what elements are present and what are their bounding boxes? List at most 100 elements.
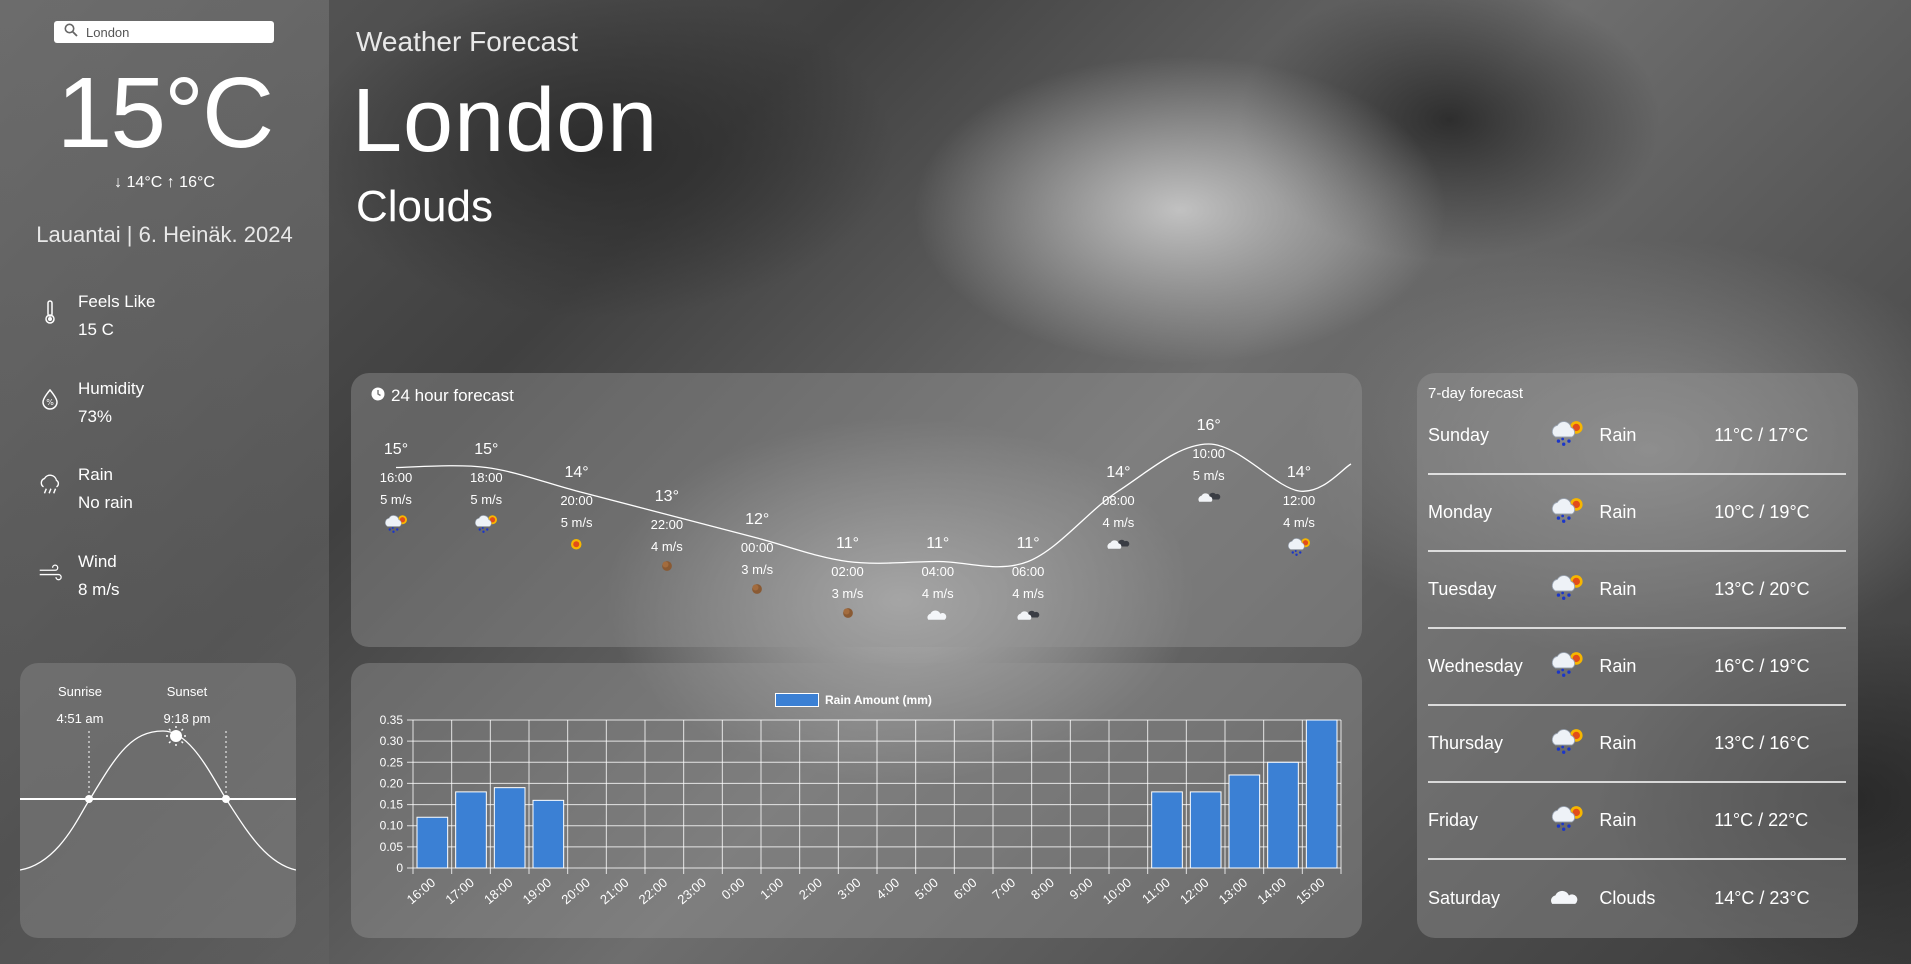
hour-column: 11° 06:00 4 m/s [993,535,1063,625]
hour-temp: 11° [835,534,859,552]
day-row[interactable]: Wednesday Rain 16°C / 19°C [1428,629,1846,706]
hour-column: 16° 10:00 5 m/s [1174,417,1244,507]
x-tick-label: 16:00 [404,875,439,907]
day-temperature: 11°C / 17°C [1714,425,1809,445]
y-tick-label: 0.15 [380,798,404,812]
rain-bar [1151,791,1183,869]
day-condition: Rain [1599,502,1637,522]
hour-temp: 12° [745,511,770,528]
moon-icon [813,607,883,622]
current-date: Lauantai | 6. Heinäk. 2024 [36,222,293,247]
rain-bar [416,816,449,869]
hour-wind: 4 m/s [650,538,683,554]
hour-time: 10:00 [1192,446,1225,461]
hour-wind: 5 m/s [380,491,412,507]
hour-time: 00:00 [740,540,774,555]
hour-temp: 11° [1016,534,1040,552]
day-name: Saturday [1428,888,1501,908]
x-tick-label: 14:00 [1254,875,1289,907]
x-tick-label: 20:00 [558,875,593,907]
day-name: Wednesday [1428,656,1523,676]
hour-temp: 11° [926,534,950,552]
stat-humidity: % Humidity 73% [38,375,144,431]
rain-bar [455,791,487,869]
x-tick-label: 1:00 [757,875,786,903]
day-row[interactable]: Thursday Rain 13°C / 16°C [1428,706,1846,783]
hour-wind: 3 m/s [831,585,864,601]
hour-time: 12:00 [1282,493,1316,508]
x-tick-label: 0:00 [719,875,748,903]
min-max-temperature: ↓ 14°C ↑ 16°C [114,174,215,191]
x-tick-label: 7:00 [989,875,1018,903]
rain-sun-icon [1264,536,1334,560]
search-box[interactable] [54,21,274,43]
weekly-forecast-panel: 7-day forecast Sunday Rain 11°C / 17°C Mo… [1417,373,1858,938]
rain-bar [1305,719,1338,869]
hour-temp: 13° [654,487,679,505]
search-icon [64,23,78,42]
day-condition: Rain [1599,656,1637,676]
sun-icon [542,536,612,556]
hour-wind: 4 m/s [1012,585,1044,601]
stat-label: Humidity [78,379,145,398]
rain-chart-panel: Rain Amount (mm) 0 0.05 0.10 0.15 0.20 0.25 0.… [351,663,1362,938]
x-tick-label: 17:00 [442,875,477,907]
city-title: London [352,71,659,171]
hour-temp: 15° [474,440,499,458]
x-tick-label: 22:00 [636,875,671,907]
y-tick-label: 0.25 [380,755,404,769]
stat-value: 15 C [78,320,114,339]
y-tick-label: 0 [396,861,403,875]
hour-temp: 16° [1196,417,1221,434]
day-row[interactable]: Saturday Clouds 14°C / 23°C [1428,860,1846,937]
sun-card: Sunrise 4:51 am Sunset 9:18 pm [20,663,296,938]
rain-bar [532,799,565,869]
x-tick-label: 13:00 [1216,875,1251,907]
hour-column: 15° 16:00 5 m/s [361,441,431,537]
day-row[interactable]: Sunday Rain 11°C / 17°C [1428,398,1846,475]
rain-sun-icon [1549,649,1600,683]
sun-path-graph [20,726,296,871]
rain-sun-icon [1549,418,1600,452]
cloud-icon [903,607,973,625]
rain-sun-icon [361,513,431,537]
hour-wind: 3 m/s [741,562,774,577]
rain-bar-chart: 00.050.100.150.200.250.300.3516:00 17:00 1… [380,713,1342,907]
y-tick-label: 0.35 [380,713,404,727]
hour-temp: 15° [383,440,409,458]
day-row[interactable]: Monday Rain 10°C / 19°C [1428,475,1846,552]
current-temperature: 15°C [56,57,274,169]
cloud-dark-icon [993,607,1063,625]
hour-column: 13° 22:00 4 m/s [632,488,702,575]
hour-column: 11° 02:00 3 m/s [813,535,883,622]
stat-label: Rain [78,465,113,484]
day-temperature: 13°C / 16°C [1714,733,1810,753]
day-condition: Rain [1599,425,1637,445]
hourly-forecast-panel: 24 hour forecast 15° 16:00 5 m/s 15° 18:… [351,373,1362,647]
stat-value: No rain [78,493,133,512]
hour-temp: 14° [1286,464,1312,481]
hour-time: 08:00 [1102,493,1135,508]
search-input[interactable] [86,24,256,40]
hour-time: 18:00 [470,469,503,485]
x-tick-label: 15:00 [1293,875,1328,907]
hour-column: 11° 04:00 4 m/s [903,535,973,625]
y-tick-label: 0.10 [380,819,404,833]
rain-bar [1189,791,1222,869]
thermometer-icon [38,300,62,324]
x-tick-label: 21:00 [597,875,632,907]
current-condition: Clouds [356,182,493,231]
day-name: Monday [1428,502,1493,522]
y-tick-label: 0.30 [380,734,404,748]
hour-wind: 4 m/s [1102,515,1135,530]
day-condition: Rain [1599,733,1637,753]
hour-temp: 14° [1106,464,1131,481]
rain-bar [493,787,526,869]
hour-time: 22:00 [650,516,684,532]
humidity-icon: % [38,387,62,411]
rain-sun-icon [1549,495,1600,529]
stat-feels-like: Feels Like 15 C [38,288,155,344]
cloud-icon [1549,886,1600,912]
day-row[interactable]: Friday Rain 11°C / 22°C [1428,783,1846,860]
day-row[interactable]: Tuesday Rain 13°C / 20°C [1428,552,1846,629]
